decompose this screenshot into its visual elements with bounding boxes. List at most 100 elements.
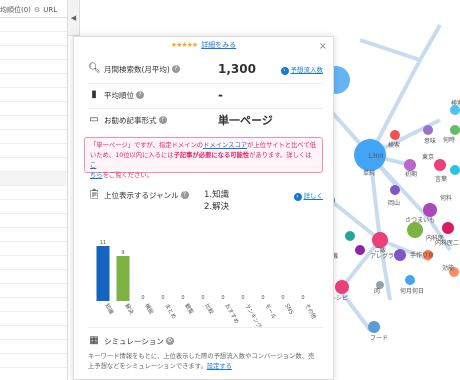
table-row[interactable]	[0, 172, 67, 186]
avg-rank-label: 平均順位	[104, 90, 134, 100]
node-label: 検索	[451, 99, 460, 107]
node-label: 東京	[422, 153, 434, 161]
node-label: 効能	[442, 264, 454, 272]
table-row[interactable]	[0, 326, 67, 340]
table-row[interactable]	[0, 284, 67, 298]
app-root: 均順位(0) ⚙ URL ◀ 1300 単純 意味 検索 何時 言葉 初期 さつ…	[0, 0, 460, 380]
node-label: さつまいも	[405, 217, 435, 224]
table-row[interactable]	[0, 144, 67, 158]
url-column-header[interactable]: URL	[43, 6, 57, 14]
warning-bold-text: 子記事が必要になる可能性	[173, 152, 250, 159]
domain-score-warning: 「単一ページ」ですが、指定ドメインのドメインスコアが上位サイトと比べて低いため、…	[84, 137, 323, 179]
table-row[interactable]	[0, 116, 67, 130]
table-row[interactable]	[0, 32, 67, 46]
simulation-settings-link[interactable]: 設定する	[207, 363, 232, 370]
simulation-label: シミュレーション	[104, 336, 164, 346]
estimated-traffic-link[interactable]: › 予想流入数	[280, 64, 323, 75]
bar-value-label: 0	[261, 295, 264, 301]
table-row[interactable]	[0, 18, 67, 32]
bar-value-label: 0	[301, 295, 304, 301]
avg-rank-value: -	[218, 88, 223, 102]
collapse-panel-icon[interactable]: ◀	[68, 0, 80, 36]
calculator-icon: ▦	[89, 335, 99, 346]
help-icon[interactable]: ?	[158, 116, 167, 124]
article-format-value: 単一ページ	[218, 114, 273, 127]
table-row[interactable]	[0, 88, 67, 102]
table-row[interactable]	[0, 200, 67, 214]
bar-category-label: 観覧	[183, 302, 196, 316]
domain-score-link[interactable]: ドメインスコア	[203, 142, 247, 149]
help-icon[interactable]: ?	[180, 191, 189, 199]
document-icon: ▭	[89, 114, 99, 125]
big-node-label: 1300	[368, 153, 383, 160]
node-label: 検索	[388, 141, 400, 149]
bar-category-label: おすすめ	[223, 303, 240, 326]
article-format-row: ▭ お勧め記事形式 ? 単一ページ	[88, 112, 323, 128]
genre-list: 1.知識 2.解決	[204, 189, 229, 213]
bar-category-label: SNS	[283, 303, 294, 316]
node-label: 岡山	[388, 199, 400, 207]
table-row[interactable]	[0, 102, 67, 116]
table-row[interactable]	[0, 130, 67, 144]
close-icon[interactable]: ×	[319, 41, 327, 52]
avg-rank-column-header[interactable]: 均順位(0)	[0, 5, 31, 15]
simulation-row: ▦ シミュレーション ⚙	[88, 333, 323, 349]
bar	[96, 246, 110, 301]
help-icon[interactable]: ?	[136, 91, 144, 99]
bar-value-label: 9	[121, 250, 124, 256]
bar-value-label: 0	[241, 295, 244, 301]
table-row[interactable]	[0, 312, 67, 326]
details-link[interactable]: ちら	[90, 172, 103, 179]
node-label: 手作り食	[410, 251, 434, 259]
detail-link[interactable]: 詳細をみる	[201, 41, 236, 49]
monthly-search-row: 🔍︎ 月間検索数(月平均) ? 1,300 › 予想流入数	[88, 61, 323, 77]
table-row[interactable]	[0, 228, 67, 242]
bar-category-label: 機能	[143, 302, 156, 316]
table-row[interactable]	[0, 46, 67, 60]
genre-details-label: 詳しく	[303, 191, 324, 200]
table-row[interactable]	[0, 186, 67, 200]
rating-stars: ★★★★★	[170, 41, 198, 49]
graph-labels: 1300 単純 意味 検索 何時 言葉 初期 さつまいも 何料 アレグラ ご飯 …	[320, 99, 460, 342]
bar-category-label: まとめ	[163, 303, 177, 321]
bar-category-label: 比較	[203, 302, 216, 316]
help-icon[interactable]: ?	[171, 65, 180, 73]
table-row[interactable]	[0, 270, 67, 284]
article-format-label: お勧め記事形式	[104, 115, 157, 125]
simulation-description: キーワード情報をもとに、上位表示した際の予想流入数やコンバージョン数、売 上予想…	[88, 352, 323, 372]
bar-value-label: 0	[141, 295, 144, 301]
arrow-right-icon: ›	[293, 192, 302, 201]
table-row[interactable]	[0, 158, 67, 172]
table-row[interactable]	[0, 298, 67, 312]
keyword-table-strip: 均順位(0) ⚙ URL	[0, 0, 68, 380]
table-row[interactable]	[0, 242, 67, 256]
details-link[interactable]: こ	[90, 162, 96, 169]
bar-value-label: 0	[281, 295, 284, 301]
table-header: 均順位(0) ⚙ URL	[0, 0, 67, 18]
table-row[interactable]	[0, 214, 67, 228]
popup-rating-bar: ★★★★★ 詳細をみる	[74, 40, 333, 58]
bar-value-label: 0	[161, 295, 164, 301]
table-row[interactable]	[0, 256, 67, 270]
keyword-detail-popup: ★★★★★ 詳細をみる × 🔍︎ 月間検索数(月平均) ? 1,300 › 予想流入…	[73, 36, 334, 380]
gear-icon[interactable]: ⚙	[165, 337, 174, 345]
simulation-text: キーワード情報をもとに、上位表示した際の予想流入数やコンバージョン数、売	[88, 353, 315, 360]
node-label: 単純	[363, 169, 375, 177]
table-row[interactable]	[0, 354, 67, 368]
simulation-text: 上予想などをシミュレーションできます。	[88, 363, 207, 370]
clipboard-icon: 📋︎	[88, 189, 101, 200]
genre-details-link[interactable]: › 詳しく	[293, 190, 324, 201]
warning-text: があります。詳しくは	[249, 152, 312, 159]
table-row[interactable]	[0, 340, 67, 354]
monthly-search-label: 月間検索数(月平均)	[104, 64, 170, 74]
filter-icon[interactable]: ⚙	[34, 6, 40, 14]
bar-category-label: 知識	[103, 302, 116, 316]
table-row[interactable]	[0, 60, 67, 74]
node-label: 肉	[374, 287, 380, 295]
divider	[88, 108, 323, 109]
table-row[interactable]	[0, 74, 67, 88]
monthly-search-value: 1,300	[218, 62, 256, 76]
bar-category-label: その他	[303, 302, 318, 321]
genre-chart-svg: 11知識9解決0機能0まとめ0観覧0比較0おすすめ0ランキング0モール0SNS0…	[96, 240, 319, 330]
node-label: 初期	[405, 170, 417, 178]
